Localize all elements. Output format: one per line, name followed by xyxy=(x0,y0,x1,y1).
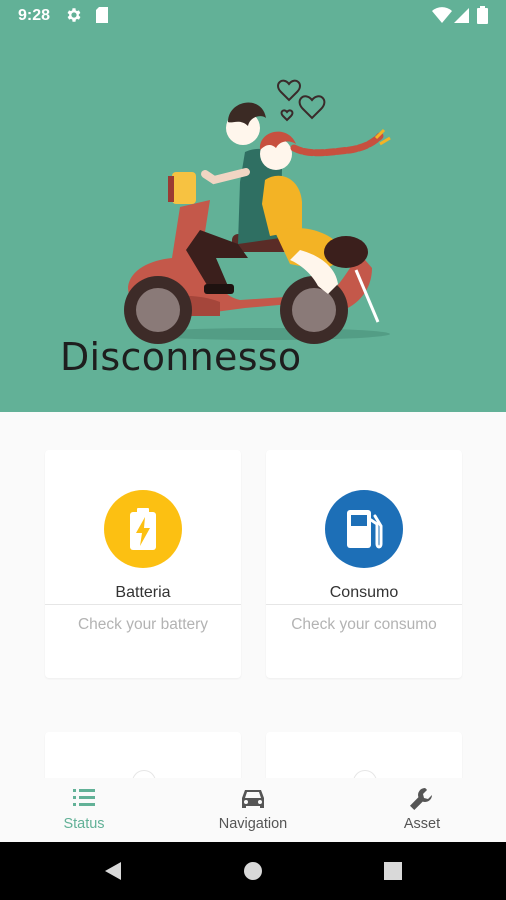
nav-label-status: Status xyxy=(63,816,105,832)
system-navigation-bar xyxy=(0,842,506,900)
status-bar: 9:28 xyxy=(0,0,506,32)
battery-bolt-icon xyxy=(130,508,156,550)
next-row-card-left[interactable] xyxy=(45,732,241,778)
battery-card-title: Batteria xyxy=(115,584,171,601)
bottom-navigation: Status Navigation Asset xyxy=(0,778,506,842)
consumo-card[interactable]: Consumo Check your consumo xyxy=(266,450,462,678)
card-divider xyxy=(266,604,462,605)
gear-icon xyxy=(67,8,81,22)
status-time: 9:28 xyxy=(18,7,51,24)
nav-item-status[interactable]: Status xyxy=(40,778,128,842)
next-row-card-right[interactable] xyxy=(266,732,462,778)
nav-label-navigation: Navigation xyxy=(218,816,288,832)
wifi-icon xyxy=(432,7,452,23)
consumo-icon-circle xyxy=(325,490,403,568)
battery-icon xyxy=(477,6,488,24)
consumo-card-subtitle: Check your consumo xyxy=(291,616,437,633)
back-icon[interactable] xyxy=(103,861,123,881)
battery-icon-circle xyxy=(104,490,182,568)
battery-card-subtitle: Check your battery xyxy=(77,616,209,633)
nav-item-asset[interactable]: Asset xyxy=(382,778,462,842)
status-card-grid: Batteria Check your battery Consumo Chec… xyxy=(0,412,506,778)
connection-status-title: Disconnesso xyxy=(60,335,302,379)
nav-item-navigation[interactable]: Navigation xyxy=(203,778,303,842)
nav-label-asset: Asset xyxy=(403,816,441,832)
car-icon xyxy=(242,790,264,808)
hero-banner: Disconnesso xyxy=(0,32,506,412)
card-divider xyxy=(45,604,241,605)
recents-icon[interactable] xyxy=(384,862,402,880)
signal-icon xyxy=(454,8,469,23)
consumo-card-title: Consumo xyxy=(329,584,399,601)
list-icon xyxy=(73,789,95,806)
fuel-pump-icon xyxy=(347,510,383,549)
sd-card-icon xyxy=(96,7,108,23)
card-icon-circle xyxy=(353,770,377,778)
wrench-icon xyxy=(410,788,432,810)
battery-card[interactable]: Batteria Check your battery xyxy=(45,450,241,678)
card-icon-circle xyxy=(132,770,156,778)
home-icon[interactable] xyxy=(243,861,263,881)
